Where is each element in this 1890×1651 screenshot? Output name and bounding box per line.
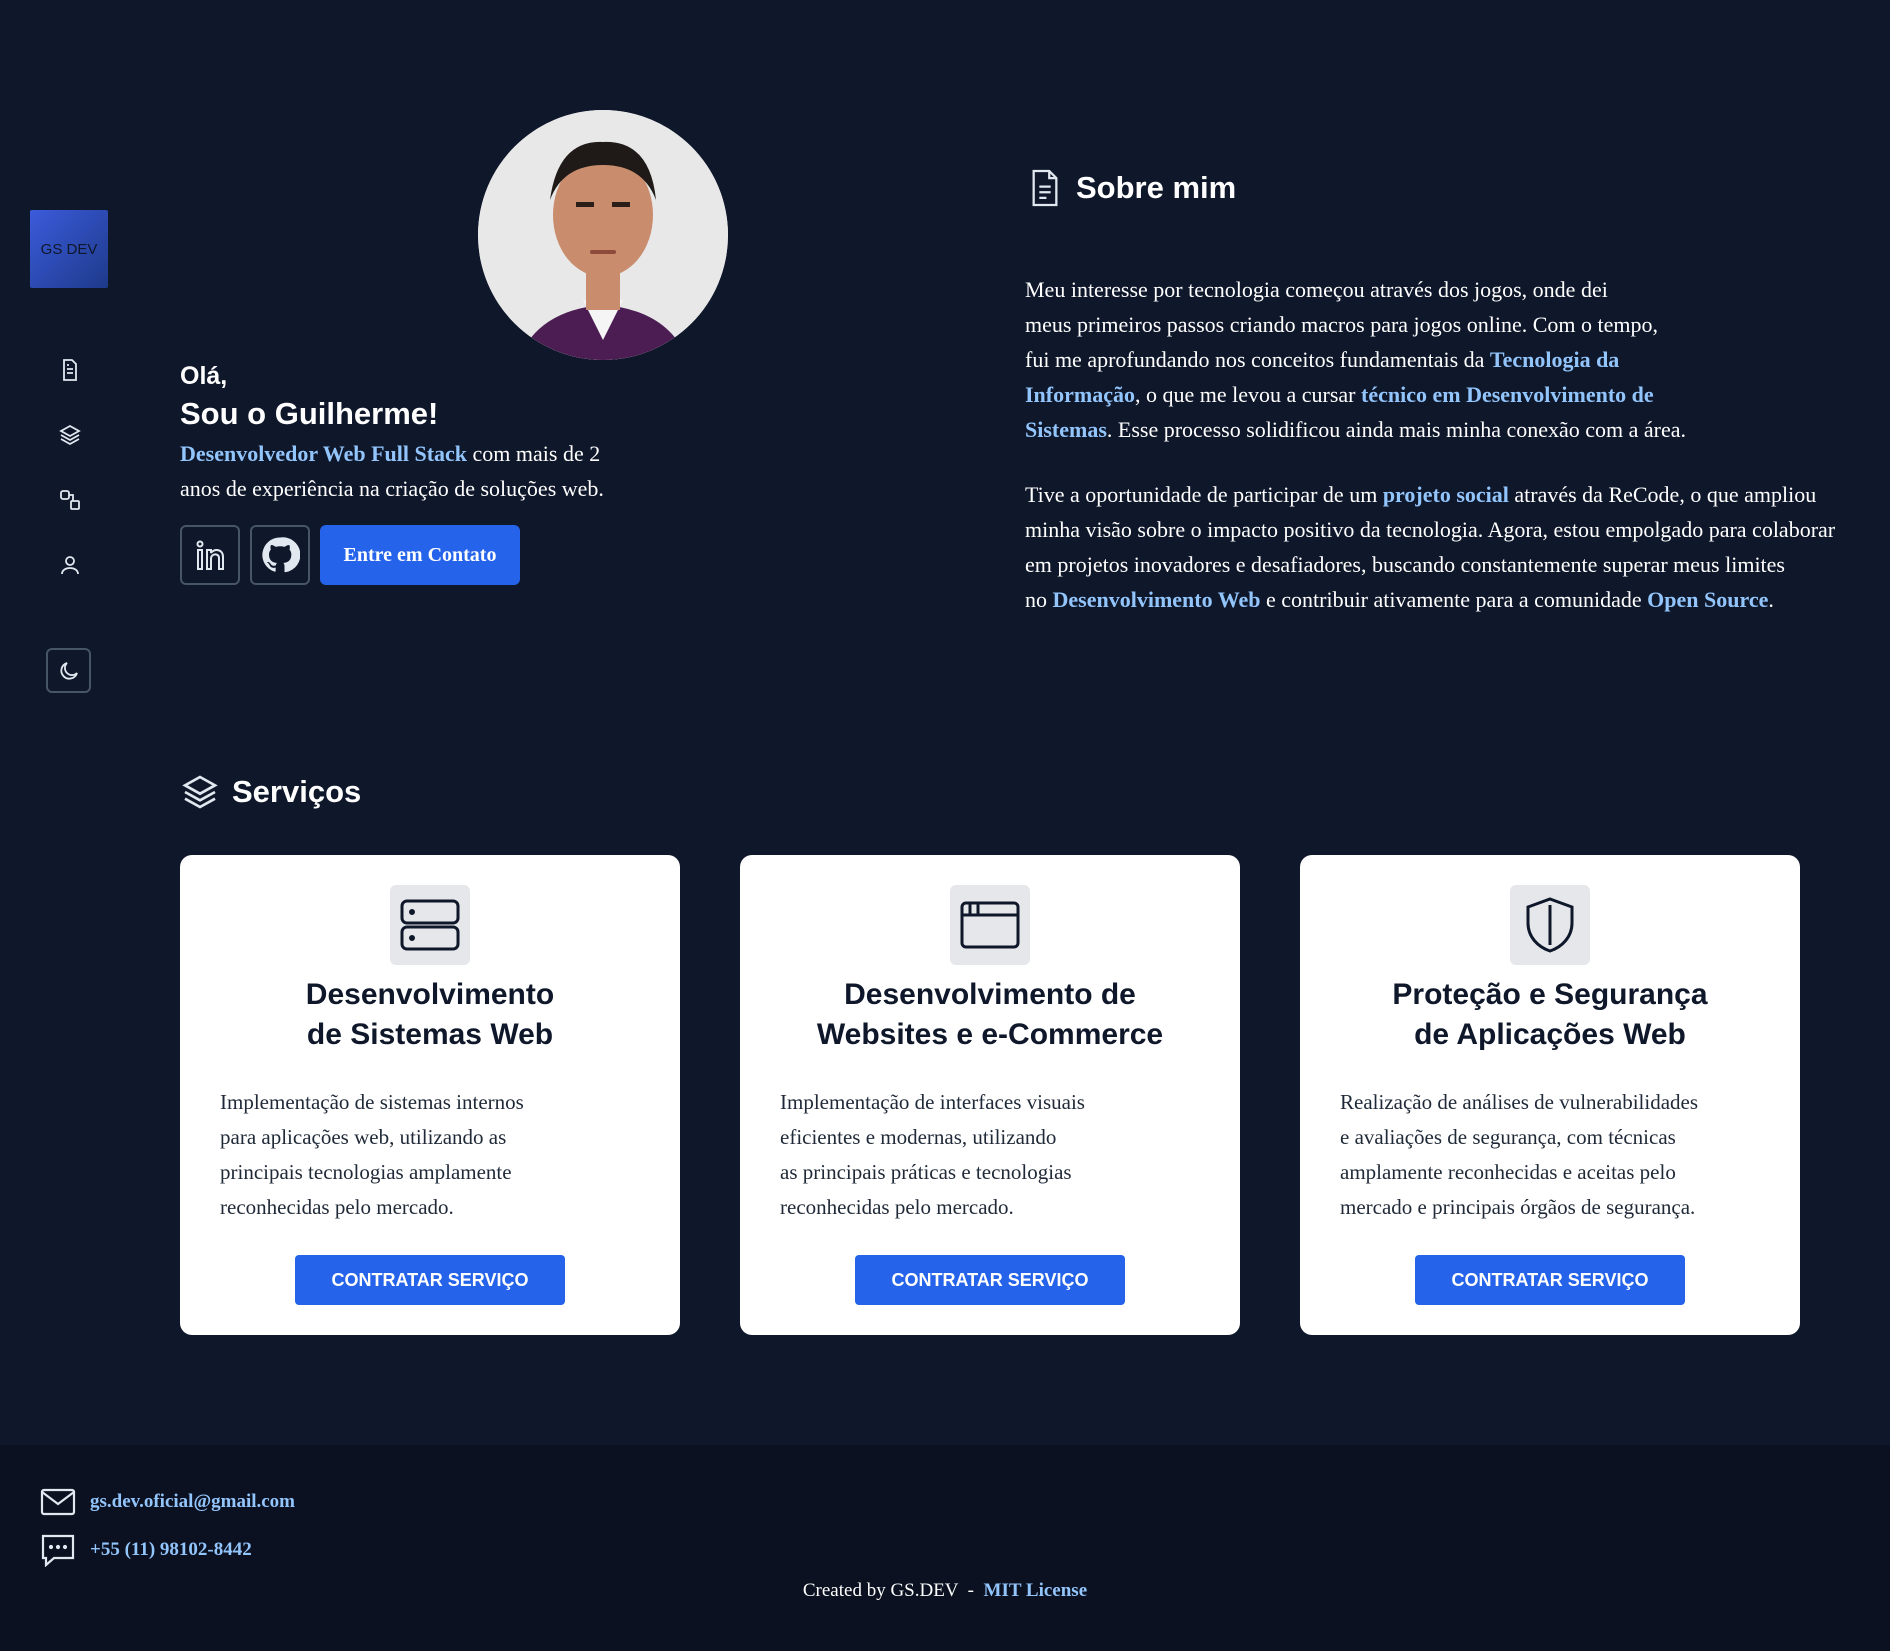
service-card: Desenvolvimento de Websites e e-Commerce… — [740, 855, 1240, 1335]
service-title: Desenvolvimento de Websites e e-Commerce — [816, 978, 1164, 1051]
nav-services-layers-icon[interactable] — [54, 419, 86, 451]
service-description: Implementação de interfaces visuais efic… — [780, 1090, 1085, 1219]
about-text: fui me aprofundando nos conceitos fundam… — [1025, 347, 1490, 372]
linkedin-button[interactable] — [180, 525, 240, 585]
about-text: meus primeiros passos criando macros par… — [1025, 312, 1658, 337]
layers-icon — [182, 775, 218, 809]
about-text: . — [1768, 587, 1774, 612]
moon-icon — [59, 661, 78, 680]
footer-email: gs.dev.oficial@gmail.com — [40, 1487, 295, 1517]
shield-icon — [1510, 885, 1590, 965]
about-paragraph-2: Tive a oportunidade de participar de um … — [1025, 477, 1835, 617]
greeting: Olá, — [180, 362, 228, 390]
email-link[interactable]: gs.dev.oficial@gmail.com — [90, 1491, 295, 1513]
nav-about-document-icon[interactable] — [54, 354, 86, 386]
profile-photo — [478, 110, 728, 360]
hire-service-button[interactable]: CONTRATAR SERVIÇO — [855, 1255, 1125, 1305]
nav-contact-user-icon[interactable] — [54, 549, 86, 581]
about-highlight: Open Source — [1647, 587, 1769, 612]
hire-service-button[interactable]: CONTRATAR SERVIÇO — [295, 1255, 565, 1305]
about-text: . Esse processo solidificou ainda mais m… — [1106, 417, 1687, 442]
about-highlight: Tecnologia da — [1489, 347, 1620, 372]
message-icon — [41, 1534, 75, 1567]
about-highlight: técnico em Desenvolvimento de — [1361, 382, 1654, 407]
hero-intro: Desenvolvedor Web Full Stack com mais de… — [180, 436, 650, 506]
services-title: Serviços — [232, 774, 362, 809]
footer-credit: Created by GS.DEV - MIT License — [0, 1580, 1890, 1602]
about-text: Meu interesse por tecnologia começou atr… — [1025, 277, 1608, 302]
role-text-2: anos de experiência na criação de soluçõ… — [180, 476, 604, 501]
about-title: Sobre mim — [1076, 170, 1237, 205]
footer-phone: +55 (11) 98102-8442 — [40, 1533, 252, 1567]
about-text: , o que me levou a cursar — [1134, 382, 1362, 407]
service-description: Realização de análises de vulnerabilidad… — [1340, 1090, 1699, 1219]
hero-name: Sou o Guilherme! — [180, 396, 439, 431]
linkedin-icon — [196, 540, 224, 570]
about-text: minha visão sobre o impacto positivo da … — [1025, 517, 1836, 542]
service-title: Proteção e Segurança de Aplicações Web — [1392, 978, 1708, 1051]
service-title: Desenvolvimento de Sistemas Web — [305, 978, 555, 1051]
github-button[interactable] — [250, 525, 310, 585]
about-highlight: Desenvolvimento Web — [1052, 587, 1261, 612]
about-text: através da ReCode, o que ampliou — [1508, 482, 1817, 507]
license-link[interactable]: MIT License — [984, 1580, 1088, 1601]
role-text: com mais de 2 — [467, 441, 601, 466]
logo[interactable]: GS DEV — [30, 210, 108, 288]
role-highlight: Desenvolvedor Web Full Stack — [180, 441, 468, 466]
hire-service-button[interactable]: CONTRATAR SERVIÇO — [1415, 1255, 1685, 1305]
mail-icon — [40, 1488, 76, 1516]
about-paragraph-1: Meu interesse por tecnologia começou atr… — [1025, 272, 1686, 447]
about-text: e contribuir ativamente para a comunidad… — [1260, 587, 1648, 612]
document-icon — [1032, 169, 1058, 207]
about-text: Tive a oportunidade de participar de um — [1025, 482, 1383, 507]
browser-window-icon — [950, 885, 1030, 965]
phone-link[interactable]: +55 (11) 98102-8442 — [90, 1539, 252, 1561]
nav-projects-shapes-icon[interactable] — [54, 484, 86, 516]
about-text: em projetos inovadores e desafiadores, b… — [1025, 552, 1785, 577]
github-icon — [262, 537, 300, 573]
theme-toggle-button[interactable] — [46, 648, 91, 693]
credit-text: Created by GS.DEV - — [802, 1580, 984, 1601]
server-icon — [390, 885, 470, 965]
about-text: no — [1025, 587, 1053, 612]
about-highlight: Sistemas — [1025, 417, 1107, 442]
services-heading: Serviços — [180, 772, 361, 812]
service-description: Implementação de sistemas internos para … — [220, 1090, 524, 1219]
footer: gs.dev.oficial@gmail.com +55 (11) 98102-… — [0, 1445, 1890, 1651]
about-highlight: Informação — [1025, 382, 1135, 407]
service-card: Proteção e Segurança de Aplicações Web R… — [1300, 855, 1800, 1335]
about-highlight: projeto social — [1382, 482, 1509, 507]
contact-button[interactable]: Entre em Contato — [320, 525, 520, 585]
about-heading: Sobre mim — [1028, 168, 1236, 208]
service-card: Desenvolvimento de Sistemas Web Implemen… — [180, 855, 680, 1335]
